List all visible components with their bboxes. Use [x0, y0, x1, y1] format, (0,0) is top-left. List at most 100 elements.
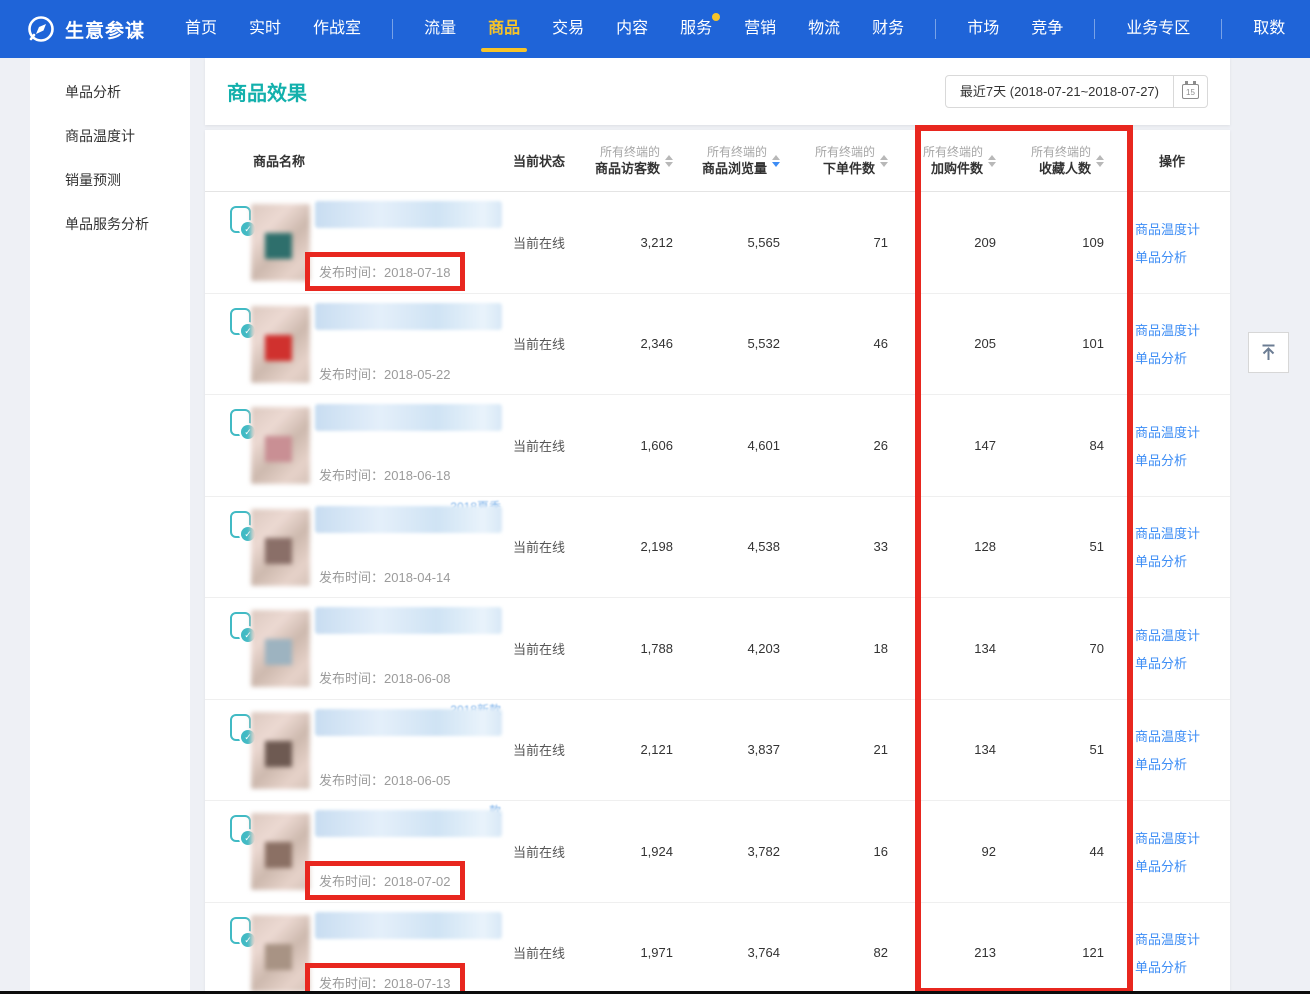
- status-value: 当前在线: [513, 537, 598, 556]
- sort-arrows-icon[interactable]: [1096, 155, 1104, 167]
- action-link-商品温度计[interactable]: 商品温度计: [1135, 625, 1205, 644]
- metric-value-加购件数: 134: [888, 742, 996, 757]
- table-row: ✓发布时间：2018-05-22当前在线2,3465,53246205101商品…: [205, 294, 1230, 396]
- column-header-下单件数[interactable]: 所有终端的下单件数: [780, 144, 888, 177]
- date-range-value[interactable]: 最近7天 (2018-07-21~2018-07-27): [946, 76, 1174, 107]
- nav-item-服务[interactable]: 服务: [680, 0, 712, 58]
- metric-value-商品浏览量: 4,538: [673, 539, 780, 554]
- nav-item-物流[interactable]: 物流: [808, 0, 840, 58]
- action-link-商品温度计[interactable]: 商品温度计: [1135, 726, 1205, 745]
- metric-value-商品浏览量: 4,203: [673, 641, 780, 656]
- product-thumbnail: [251, 509, 310, 586]
- metric-value-下单件数: 21: [780, 742, 888, 757]
- action-link-单品分析[interactable]: 单品分析: [1135, 247, 1205, 266]
- product-title-blurred[interactable]: [315, 810, 502, 837]
- publish-date: 发布时间：2018-06-18: [305, 455, 465, 494]
- sycm-logo-icon: [27, 15, 55, 43]
- top-navbar: 生意参谋 首页实时作战室流量商品交易内容服务营销物流财务市场竞争业务专区取数学院…: [0, 0, 1310, 58]
- action-link-单品分析[interactable]: 单品分析: [1135, 348, 1205, 367]
- metric-prefix: 所有终端的: [600, 144, 660, 160]
- nav-item-交易[interactable]: 交易: [552, 0, 584, 58]
- sort-arrows-icon[interactable]: [772, 155, 780, 167]
- action-link-单品分析[interactable]: 单品分析: [1135, 551, 1205, 570]
- actions-cell: 商品温度计单品分析: [1104, 422, 1205, 469]
- nav-item-实时[interactable]: 实时: [249, 0, 281, 58]
- action-link-单品分析[interactable]: 单品分析: [1135, 653, 1205, 672]
- nav-item-首页[interactable]: 首页: [185, 0, 217, 58]
- calendar-button[interactable]: 15: [1174, 76, 1207, 107]
- metric-value-加购件数: 209: [888, 235, 996, 250]
- product-title-blurred[interactable]: [315, 709, 502, 736]
- product-title-blurred[interactable]: [315, 201, 502, 228]
- actions-cell: 商品温度计单品分析: [1104, 523, 1205, 570]
- metric-prefix: 所有终端的: [923, 144, 983, 160]
- product-title-blurred[interactable]: [315, 607, 502, 634]
- column-header-商品访客数[interactable]: 所有终端的商品访客数: [598, 144, 673, 177]
- mobile-verified-icon: ✓: [230, 308, 251, 335]
- product-title-blurred[interactable]: [315, 404, 502, 431]
- nav-divider: [1094, 19, 1095, 39]
- sort-arrows-icon[interactable]: [665, 155, 673, 167]
- calendar-icon: 15: [1182, 84, 1199, 99]
- table-body: ✓发布时间：2018-07-18当前在线3,2125,56571209109商品…: [205, 192, 1230, 994]
- product-title-blurred[interactable]: [315, 912, 502, 939]
- nav-item-业务专区[interactable]: 业务专区: [1126, 0, 1190, 58]
- nav-item-商品[interactable]: 商品: [488, 0, 520, 58]
- metric-value-商品浏览量: 4,601: [673, 438, 780, 453]
- action-link-单品分析[interactable]: 单品分析: [1135, 856, 1205, 875]
- product-title-blurred[interactable]: [315, 303, 502, 330]
- metric-value-商品访客数: 1,606: [598, 438, 673, 453]
- action-link-单品分析[interactable]: 单品分析: [1135, 957, 1205, 976]
- metric-name: 商品浏览量: [702, 160, 767, 177]
- metric-value-收藏人数: 84: [996, 438, 1104, 453]
- nav-item-营销[interactable]: 营销: [744, 0, 776, 58]
- sort-arrows-icon[interactable]: [880, 155, 888, 167]
- publish-date: 发布时间：2018-04-14: [305, 557, 465, 596]
- action-link-商品温度计[interactable]: 商品温度计: [1135, 523, 1205, 542]
- nav-item-竞争[interactable]: 竞争: [1031, 0, 1063, 58]
- nav-item-作战室[interactable]: 作战室: [313, 0, 361, 58]
- nav-item-取数[interactable]: 取数: [1253, 0, 1285, 58]
- nav-divider: [935, 19, 936, 39]
- column-header-商品浏览量[interactable]: 所有终端的商品浏览量: [673, 144, 780, 177]
- sort-arrows-icon[interactable]: [988, 155, 996, 167]
- metric-prefix: 所有终端的: [1031, 144, 1091, 160]
- column-header-收藏人数[interactable]: 所有终端的收藏人数: [996, 144, 1104, 177]
- metric-value-收藏人数: 121: [996, 945, 1104, 960]
- metric-value-收藏人数: 109: [996, 235, 1104, 250]
- table-row: ✓2018夏季发布时间：2018-04-14当前在线2,1984,5383312…: [205, 497, 1230, 599]
- action-link-商品温度计[interactable]: 商品温度计: [1135, 929, 1205, 948]
- action-link-单品分析[interactable]: 单品分析: [1135, 754, 1205, 773]
- product-cell: ✓发布时间：2018-07-18: [230, 192, 513, 293]
- action-link-商品温度计[interactable]: 商品温度计: [1135, 828, 1205, 847]
- action-link-商品温度计[interactable]: 商品温度计: [1135, 320, 1205, 339]
- sidebar-item-单品分析[interactable]: 单品分析: [30, 70, 190, 114]
- action-link-商品温度计[interactable]: 商品温度计: [1135, 219, 1205, 238]
- back-to-top-button[interactable]: [1248, 332, 1289, 373]
- column-header-actions: 操作: [1104, 151, 1205, 170]
- date-picker: 最近7天 (2018-07-21~2018-07-27) 15: [945, 75, 1208, 108]
- product-cell: ✓发布时间：2018-05-22: [230, 294, 513, 395]
- nav-item-内容[interactable]: 内容: [616, 0, 648, 58]
- nav-item-流量[interactable]: 流量: [424, 0, 456, 58]
- action-link-单品分析[interactable]: 单品分析: [1135, 450, 1205, 469]
- sidebar-item-单品服务分析[interactable]: 单品服务分析: [30, 202, 190, 246]
- metric-name: 加购件数: [931, 160, 983, 177]
- metric-value-商品访客数: 1,924: [598, 844, 673, 859]
- brand[interactable]: 生意参谋: [27, 15, 145, 43]
- status-value: 当前在线: [513, 233, 598, 252]
- sidebar-item-销量预测[interactable]: 销量预测: [30, 158, 190, 202]
- metric-value-下单件数: 26: [780, 438, 888, 453]
- nav-item-财务[interactable]: 财务: [872, 0, 904, 58]
- action-link-商品温度计[interactable]: 商品温度计: [1135, 422, 1205, 441]
- nav-item-市场[interactable]: 市场: [967, 0, 999, 58]
- sidebar-item-商品温度计[interactable]: 商品温度计: [30, 114, 190, 158]
- metric-value-收藏人数: 70: [996, 641, 1104, 656]
- product-thumbnail: [251, 306, 310, 383]
- product-title-blurred[interactable]: [315, 506, 502, 533]
- actions-cell: 商品温度计单品分析: [1104, 929, 1205, 976]
- column-header-加购件数[interactable]: 所有终端的加购件数: [888, 144, 996, 177]
- mobile-verified-icon: ✓: [230, 511, 251, 538]
- publish-date-annotated: 发布时间：2018-07-13: [305, 963, 465, 994]
- metric-value-商品访客数: 2,346: [598, 336, 673, 351]
